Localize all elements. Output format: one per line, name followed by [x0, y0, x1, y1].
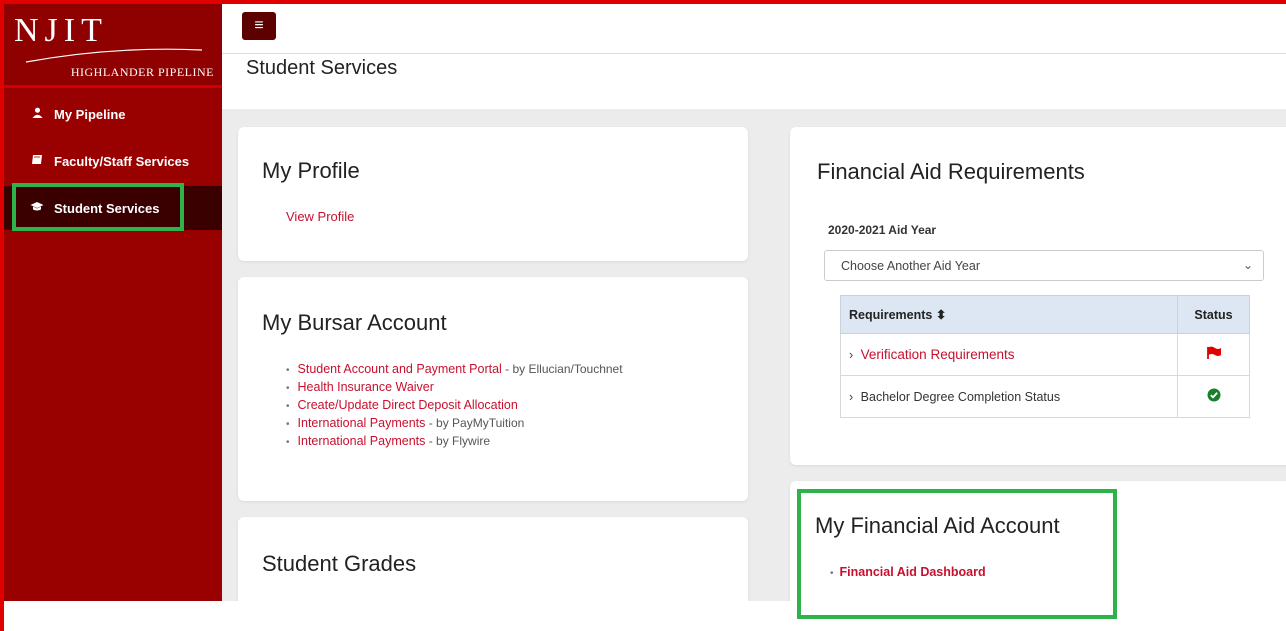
user-icon — [30, 107, 44, 121]
chevron-right-icon: › — [849, 348, 854, 362]
sidebar-item-label: My Pipeline — [54, 106, 126, 122]
top-bar: ≡ — [222, 4, 1286, 54]
link-vendor-note: - by Flywire — [425, 434, 491, 448]
sidebar-item-faculty-staff-services[interactable]: Faculty/Staff Services — [4, 139, 222, 183]
sidebar-item-my-pipeline[interactable]: My Pipeline — [4, 92, 222, 136]
sidebar: NJIT HIGHLANDER PIPELINE My Pipeline Fac… — [4, 4, 222, 601]
chevron-down-icon: ⌄ — [1242, 258, 1253, 272]
hamburger-menu-button[interactable]: ≡ — [242, 12, 276, 40]
table-header-row: Requirements ⬍ Status — [840, 295, 1250, 334]
link-vendor-note: - by PayMyTuition — [425, 416, 525, 430]
logo-subtitle: HIGHLANDER PIPELINE — [70, 65, 214, 79]
green-check-icon — [1207, 388, 1220, 402]
hamburger-icon: ≡ — [254, 17, 264, 34]
status-column-header: Status — [1177, 295, 1250, 334]
student-account-portal-link[interactable]: Student Account and Payment Portal — [298, 362, 502, 376]
highlight-box-financial-aid-account — [797, 489, 1117, 619]
requirements-table: Requirements ⬍ Status › Verification Req… — [840, 295, 1250, 418]
table-row[interactable]: › Bachelor Degree Completion Status — [840, 375, 1250, 418]
status-cell — [1177, 375, 1250, 418]
aid-year-label: 2020-2021 Aid Year — [828, 223, 937, 237]
my-bursar-account-card: My Bursar Account Student Account and Pa… — [238, 277, 748, 501]
degree-completion-label: Bachelor Degree Completion Status — [860, 389, 1061, 404]
verification-requirements-link[interactable]: Verification Requirements — [861, 347, 1015, 362]
list-item: Student Account and Payment Portal - by … — [286, 362, 623, 376]
link-vendor-note: - by Ellucian/Touchnet — [501, 362, 623, 376]
page-header: Student Services — [222, 55, 1286, 109]
status-cell — [1177, 333, 1250, 376]
international-payments-paymytuition-link[interactable]: International Payments — [298, 416, 426, 430]
aid-year-select[interactable]: Choose Another Aid Year ⌄ — [824, 250, 1264, 281]
my-profile-card: My Profile View Profile — [238, 127, 748, 261]
page-title: Student Services — [246, 57, 398, 79]
bursar-links-list: Student Account and Payment Portal - by … — [286, 362, 623, 452]
sidebar-item-label: Faculty/Staff Services — [54, 153, 190, 169]
njit-logo[interactable]: NJIT HIGHLANDER PIPELINE — [4, 4, 222, 88]
list-item: International Payments - by Flywire — [286, 434, 623, 448]
book-icon — [30, 154, 44, 168]
main-content: My Profile View Profile My Bursar Accoun… — [222, 109, 1286, 631]
financial-aid-requirements-card: Financial Aid Requirements 2020-2021 Aid… — [790, 127, 1286, 465]
list-item: Health Insurance Waiver — [286, 380, 623, 394]
requirement-cell[interactable]: › Bachelor Degree Completion Status — [840, 375, 1178, 418]
direct-deposit-link[interactable]: Create/Update Direct Deposit Allocation — [298, 398, 518, 412]
requirements-column-header[interactable]: Requirements ⬍ — [840, 295, 1178, 334]
card-title: My Profile — [262, 158, 360, 183]
list-item: Create/Update Direct Deposit Allocation — [286, 398, 623, 412]
table-row[interactable]: › Verification Requirements — [840, 333, 1250, 376]
card-title: My Bursar Account — [262, 310, 447, 335]
chevron-right-icon: › — [849, 389, 854, 404]
card-title: Student Grades — [262, 551, 417, 576]
list-item: International Payments - by PayMyTuition — [286, 416, 623, 430]
logo-swoosh-icon — [25, 48, 203, 63]
card-title: Financial Aid Requirements — [817, 159, 1085, 184]
requirement-cell[interactable]: › Verification Requirements — [840, 333, 1178, 376]
international-payments-flywire-link[interactable]: International Payments — [298, 434, 426, 448]
red-flag-icon — [1206, 346, 1221, 359]
view-profile-link[interactable]: View Profile — [286, 209, 354, 224]
health-insurance-waiver-link[interactable]: Health Insurance Waiver — [298, 380, 434, 394]
highlight-box-student-services — [12, 183, 184, 231]
select-value: Choose Another Aid Year — [841, 258, 981, 273]
